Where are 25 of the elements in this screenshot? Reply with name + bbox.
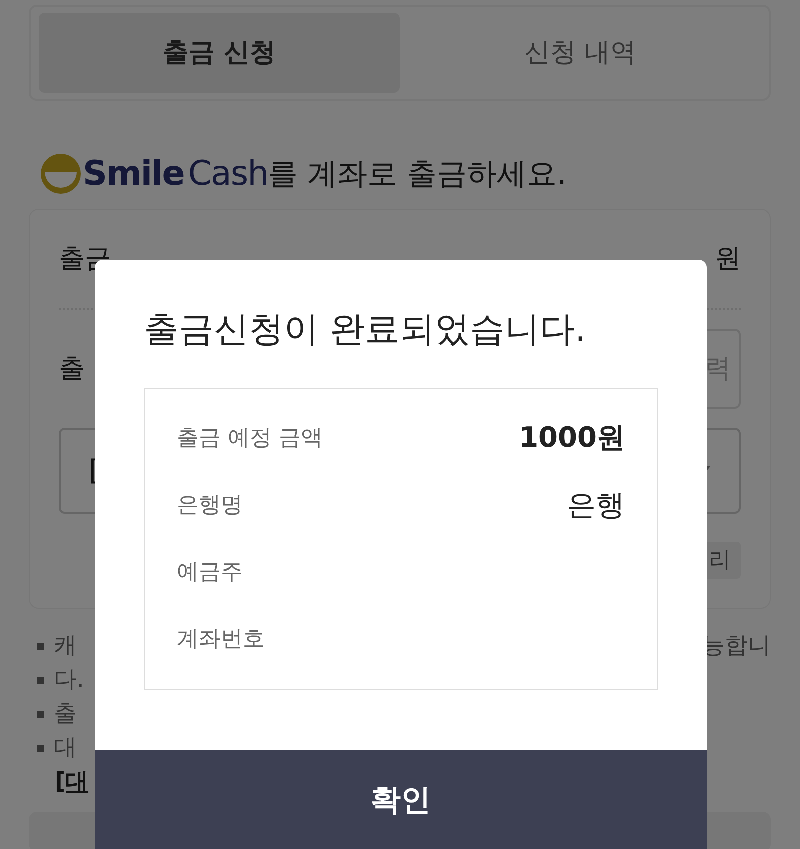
info-label: 은행명 xyxy=(177,492,243,520)
field-label: 출 xyxy=(59,352,85,386)
dialog-title: 출금신청이 완료되었습니다. xyxy=(143,309,588,352)
bullet-icon xyxy=(37,711,44,718)
tab[interactable]: 출금 신청 xyxy=(39,13,400,93)
info-label: 계좌번호 xyxy=(177,626,265,654)
tab[interactable]: 신청 내역 xyxy=(400,13,761,93)
brand-name-suffix: Cash xyxy=(188,152,268,196)
brand-name: Smile xyxy=(83,152,184,196)
confirm-button[interactable]: 확인 xyxy=(95,750,707,849)
info-label: 출금 예정 금액 xyxy=(177,424,323,453)
note-text: 출 xyxy=(54,701,77,727)
info-label: 예금주 xyxy=(177,558,243,587)
unit-label: 원 xyxy=(715,242,741,276)
note-text: 능합니 xyxy=(702,632,771,661)
bullet-icon xyxy=(37,745,44,752)
bullet-icon xyxy=(37,677,44,684)
info-value: 은행 xyxy=(567,486,625,524)
info-value: 1000원 xyxy=(519,420,625,456)
note-text: 대 xyxy=(54,735,77,761)
note-text: 다. xyxy=(54,667,84,693)
heading-text: 를 계좌로 출금하세요. xyxy=(268,156,567,194)
bullet-icon xyxy=(37,643,44,650)
note-text: 캐 xyxy=(54,633,77,659)
smile-logo-icon xyxy=(39,152,83,196)
